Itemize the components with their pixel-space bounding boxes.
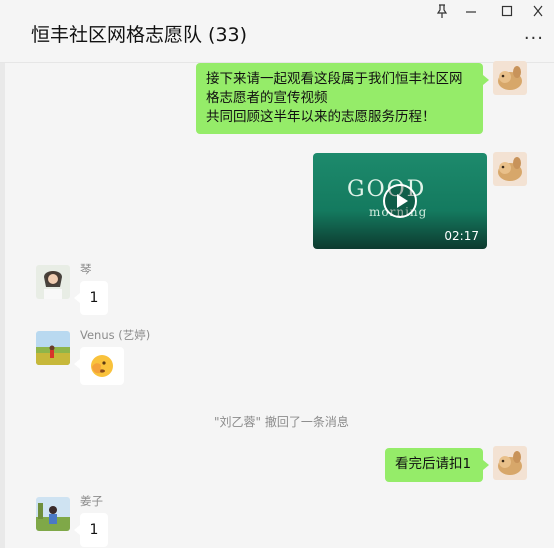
- video-message[interactable]: GOOD morning 02:17: [313, 153, 487, 249]
- sender-name: 姜子: [80, 494, 103, 508]
- maximize-icon[interactable]: [495, 4, 519, 22]
- sidebar-edge: [0, 63, 5, 548]
- message-line: 格志愿者的宣传视频: [206, 90, 328, 106]
- message-bubble-other[interactable]: 🫣: [74, 347, 124, 385]
- minimize-icon[interactable]: [459, 4, 483, 22]
- message-bubble-self[interactable]: 接下来请一起观看这段属于我们恒丰社区网 格志愿者的宣传视频 共同回顾这半年以来的…: [196, 63, 489, 134]
- message-text: 1: [89, 522, 99, 538]
- video-duration: 02:17: [444, 229, 479, 243]
- system-notice-recall: "刘乙蓉" 撤回了一条消息: [214, 415, 349, 429]
- message-bubble-self[interactable]: 看完后请扣1: [385, 448, 489, 482]
- chat-title: 恒丰社区网格志愿队 (33): [31, 24, 248, 46]
- sender-name: 琴: [80, 262, 92, 276]
- sender-name: Venus (艺婷): [80, 328, 151, 342]
- message-bubble-other[interactable]: 1: [74, 513, 108, 547]
- pin-icon[interactable]: [430, 4, 454, 22]
- message-line: 接下来请一起观看这段属于我们恒丰社区网: [206, 71, 463, 87]
- close-icon[interactable]: [526, 4, 550, 22]
- message-text: 看完后请扣1: [395, 456, 472, 472]
- avatar-self[interactable]: [493, 61, 527, 95]
- avatar-self[interactable]: [493, 446, 527, 480]
- more-icon[interactable]: ···: [524, 30, 544, 48]
- avatar-jiangzi[interactable]: [36, 497, 70, 531]
- message-bubble-other[interactable]: 1: [74, 281, 108, 315]
- chat-header: 恒丰社区网格志愿队 (33) ···: [0, 0, 554, 63]
- avatar-venus[interactable]: [36, 331, 70, 365]
- avatar-qin[interactable]: [36, 265, 70, 299]
- face-with-peeking-eye-icon: [91, 355, 113, 377]
- avatar-self[interactable]: [493, 152, 527, 186]
- message-text: 1: [89, 290, 99, 306]
- play-icon[interactable]: [383, 184, 417, 218]
- message-line: 共同回顾这半年以来的志愿服务历程！: [206, 109, 436, 125]
